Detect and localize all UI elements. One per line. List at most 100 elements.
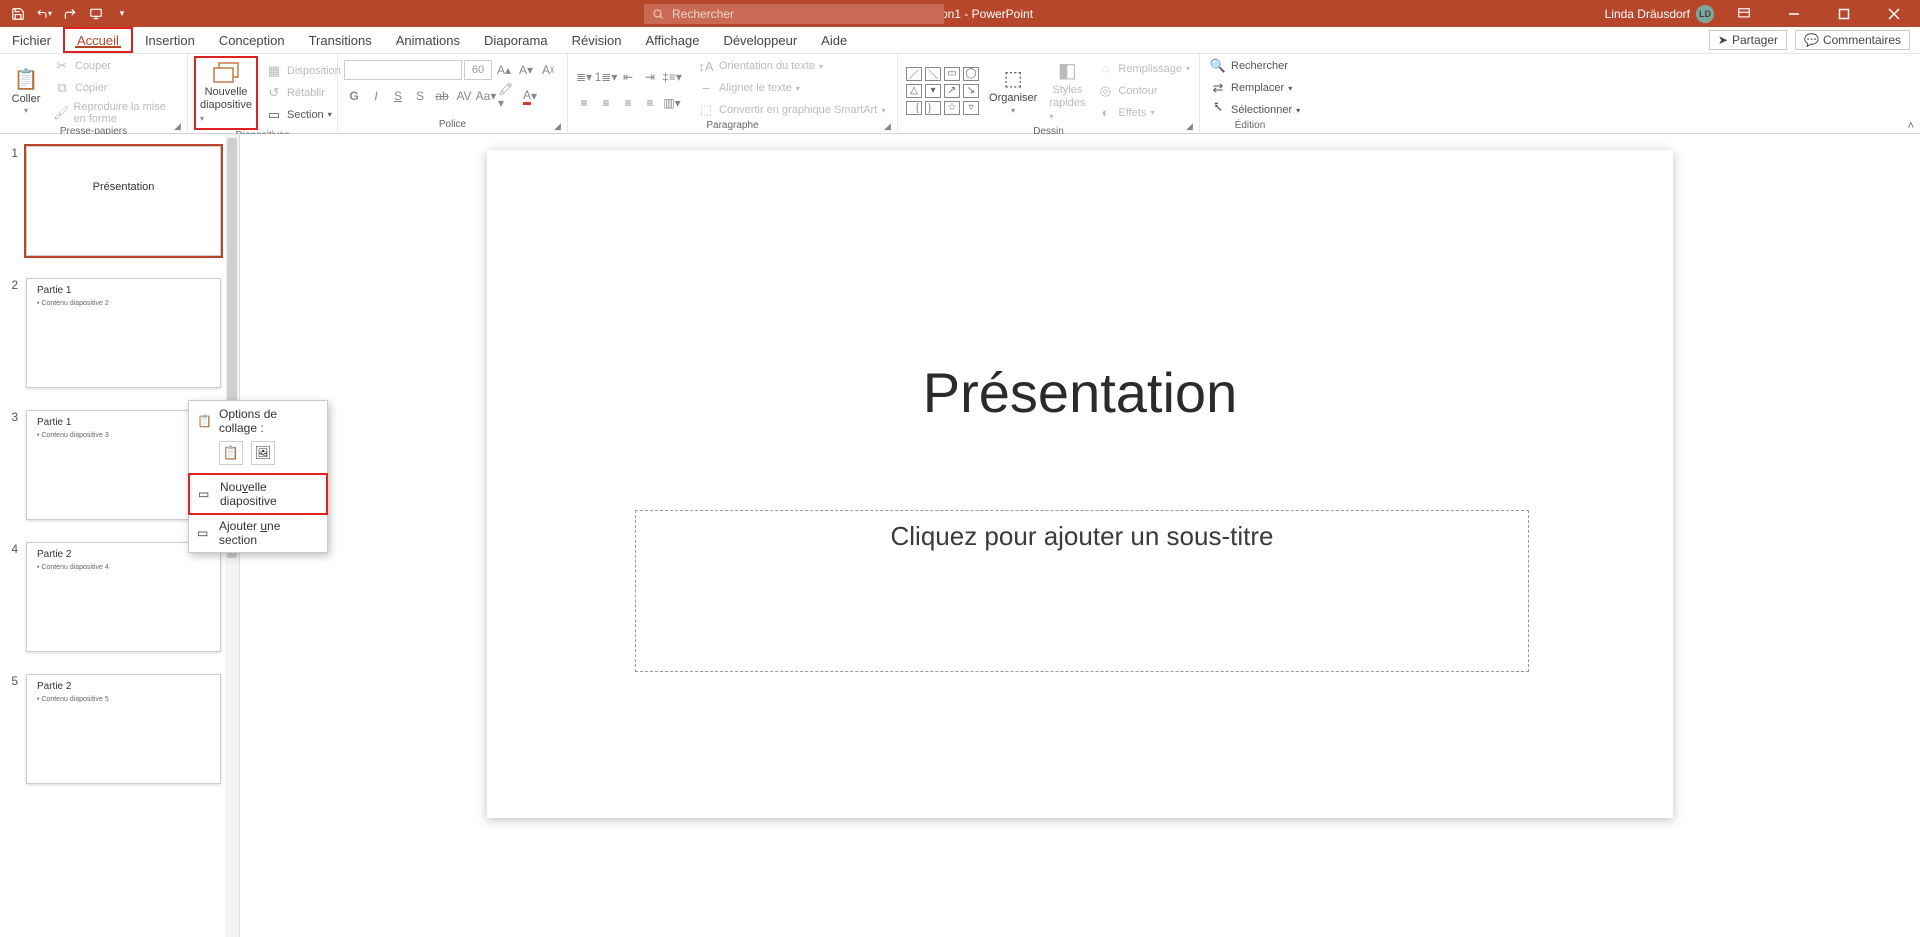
paste-button[interactable]: 📋 Coller ▾ (6, 65, 46, 118)
slide-thumbnail[interactable]: Partie 2• Contenu diapositive 5 (26, 674, 221, 784)
redo-icon[interactable] (62, 6, 78, 22)
tab-fichier[interactable]: Fichier (0, 27, 63, 53)
ribbon-display-options-icon[interactable] (1724, 0, 1764, 27)
tab-diaporama[interactable]: Diaporama (472, 27, 560, 53)
thumb-number: 5 (6, 674, 18, 784)
tab-transitions[interactable]: Transitions (297, 27, 384, 53)
slide-thumbnail[interactable]: Partie 2• Contenu diapositive 4 (26, 542, 221, 652)
format-painter-button[interactable]: 🖌Reproduire la mise en forme (50, 100, 181, 126)
clear-formatting-icon[interactable]: Aᵡ (538, 60, 558, 80)
slide-thumbnail[interactable]: Partie 1• Contenu diapositive 2 (26, 278, 221, 388)
smartart-icon: ⬚ (697, 101, 715, 119)
align-left-button[interactable]: ≡ (574, 93, 594, 113)
find-button[interactable]: 🔍Rechercher (1206, 56, 1303, 76)
thumb-row: 2Partie 1• Contenu diapositive 2 (0, 274, 239, 392)
tab-révision[interactable]: Révision (560, 27, 634, 53)
dialog-launcher-icon[interactable]: ◢ (1186, 121, 1196, 131)
bold-button[interactable]: G (344, 86, 364, 106)
dialog-launcher-icon[interactable]: ◢ (174, 121, 184, 131)
numbering-button[interactable]: 1≣▾ (596, 67, 616, 87)
undo-icon[interactable]: ▾ (36, 6, 52, 22)
decrease-font-icon[interactable]: A▾ (516, 60, 536, 80)
highlight-color-button[interactable]: 🖍▾ (498, 86, 518, 106)
italic-button[interactable]: I (366, 86, 386, 106)
arrange-button[interactable]: ⬚ Organiser▾ (985, 64, 1041, 117)
select-button[interactable]: ⭶Sélectionner ▾ (1206, 100, 1303, 120)
paste-keep-formatting-button[interactable]: 📋 (219, 441, 243, 465)
tab-affichage[interactable]: Affichage (633, 27, 711, 53)
quick-styles-button[interactable]: ◧ Styles rapides ▾ (1045, 56, 1089, 126)
group-label: Paragraphe (574, 120, 891, 133)
qat-customize-icon[interactable]: ▾ (114, 6, 130, 22)
context-add-section[interactable]: ▭ Ajouter une section (189, 514, 327, 552)
align-text-button[interactable]: ⎯Aligner le texte ▾ (694, 78, 888, 98)
arrange-icon: ⬚ (997, 66, 1029, 92)
shadow-button[interactable]: S (410, 86, 430, 106)
cut-button[interactable]: ✂Couper (50, 56, 181, 76)
font-size-combo[interactable]: 60 (464, 60, 492, 80)
slideshow-icon[interactable] (88, 6, 104, 22)
replace-button[interactable]: ⇄Remplacer ▾ (1206, 78, 1303, 98)
save-icon[interactable] (10, 6, 26, 22)
underline-button[interactable]: S (388, 86, 408, 106)
font-color-button[interactable]: A▾ (520, 86, 540, 106)
decrease-indent-button[interactable]: ⇤ (618, 67, 638, 87)
comment-icon: 💬 (1804, 33, 1819, 47)
text-direction-button[interactable]: ↕AOrientation du texte ▾ (694, 56, 888, 76)
clipboard-icon: 📋 (10, 67, 42, 93)
align-right-button[interactable]: ≡ (618, 93, 638, 113)
titlebar-right: Linda Dräusdorf LD (1605, 0, 1920, 27)
bullets-button[interactable]: ≣▾ (574, 67, 594, 87)
group-drawing: ／＼▭◯△▾ ↗↘｛｝☆▿ ⬚ Organiser▾ ◧ Styles rapi… (898, 54, 1200, 133)
subtitle-placeholder-box=[interactable]: Cliquez pour ajouter un sous-titre (635, 510, 1529, 672)
minimize-icon[interactable] (1774, 0, 1814, 27)
paste-picture-button[interactable]: 🖼 (251, 441, 275, 465)
line-spacing-button[interactable]: ‡≡▾ (662, 67, 682, 87)
user-info[interactable]: Linda Dräusdorf LD (1605, 5, 1714, 23)
tab-conception[interactable]: Conception (207, 27, 297, 53)
clipboard-icon: 📋 (197, 414, 212, 428)
tab-insertion[interactable]: Insertion (133, 27, 207, 53)
group-slides: Nouvelle diapositive ▾ ▦Disposition ▾ ↺R… (188, 54, 338, 133)
thumb-number: 3 (6, 410, 18, 520)
dialog-launcher-icon[interactable]: ◢ (554, 121, 564, 131)
search-box[interactable]: Rechercher (644, 4, 944, 24)
increase-indent-button[interactable]: ⇥ (640, 67, 660, 87)
shape-effects-button[interactable]: ◐Effets ▾ (1093, 103, 1193, 123)
slide-editor[interactable]: Présentation Cliquez pour ajouter un sou… (240, 134, 1920, 937)
slide-thumbnail[interactable]: Présentation (26, 146, 221, 256)
shape-outline-button[interactable]: ◎Contour (1093, 81, 1193, 101)
convert-smartart-button[interactable]: ⬚Convertir en graphique SmartArt ▾ (694, 100, 888, 120)
collapse-ribbon-icon[interactable]: ˄ (1908, 120, 1914, 132)
group-font: 60 A▴ A▾ Aᵡ G I S S ab AV Aa▾ 🖍▾ A▾ Poli… (338, 54, 568, 133)
tab-accueil[interactable]: Accueil (63, 27, 133, 53)
align-center-button[interactable]: ≡ (596, 93, 616, 113)
maximize-icon[interactable] (1824, 0, 1864, 27)
shape-fill-button[interactable]: ◌Remplissage ▾ (1093, 59, 1193, 79)
comments-button[interactable]: 💬Commentaires (1795, 30, 1910, 50)
thumb-number: 2 (6, 278, 18, 388)
strikethrough-button[interactable]: ab (432, 86, 452, 106)
thumb-number: 1 (6, 146, 18, 256)
copy-button[interactable]: ⧉Copier (50, 78, 181, 98)
slide-title[interactable]: Présentation (487, 360, 1673, 425)
share-button[interactable]: ➤Partager (1709, 30, 1787, 50)
tab-développeur[interactable]: Développeur (711, 27, 809, 53)
increase-font-icon[interactable]: A▴ (494, 60, 514, 80)
close-icon[interactable] (1874, 0, 1914, 27)
outline-icon: ◎ (1096, 82, 1114, 100)
new-slide-button[interactable]: Nouvelle diapositive ▾ (194, 56, 258, 130)
group-paragraph: ≣▾ 1≣▾ ⇤ ⇥ ‡≡▾ ≡ ≡ ≡ ≡ ▥▾ ↕AOrientation … (568, 54, 898, 133)
context-new-slide[interactable]: ▭ Nouvelle diapositive (188, 473, 328, 515)
font-name-combo[interactable] (344, 60, 462, 80)
current-slide[interactable]: Présentation Cliquez pour ajouter un sou… (487, 150, 1673, 818)
columns-button[interactable]: ▥▾ (662, 93, 682, 113)
change-case-button[interactable]: Aa▾ (476, 86, 496, 106)
tab-animations[interactable]: Animations (384, 27, 472, 53)
context-menu: 📋 Options de collage : 📋 🖼 ▭ Nouvelle di… (188, 400, 328, 553)
shapes-gallery[interactable]: ／＼▭◯△▾ ↗↘｛｝☆▿ (904, 65, 981, 117)
dialog-launcher-icon[interactable]: ◢ (884, 121, 894, 131)
char-spacing-button[interactable]: AV (454, 86, 474, 106)
justify-button[interactable]: ≡ (640, 93, 660, 113)
tab-aide[interactable]: Aide (809, 27, 859, 53)
